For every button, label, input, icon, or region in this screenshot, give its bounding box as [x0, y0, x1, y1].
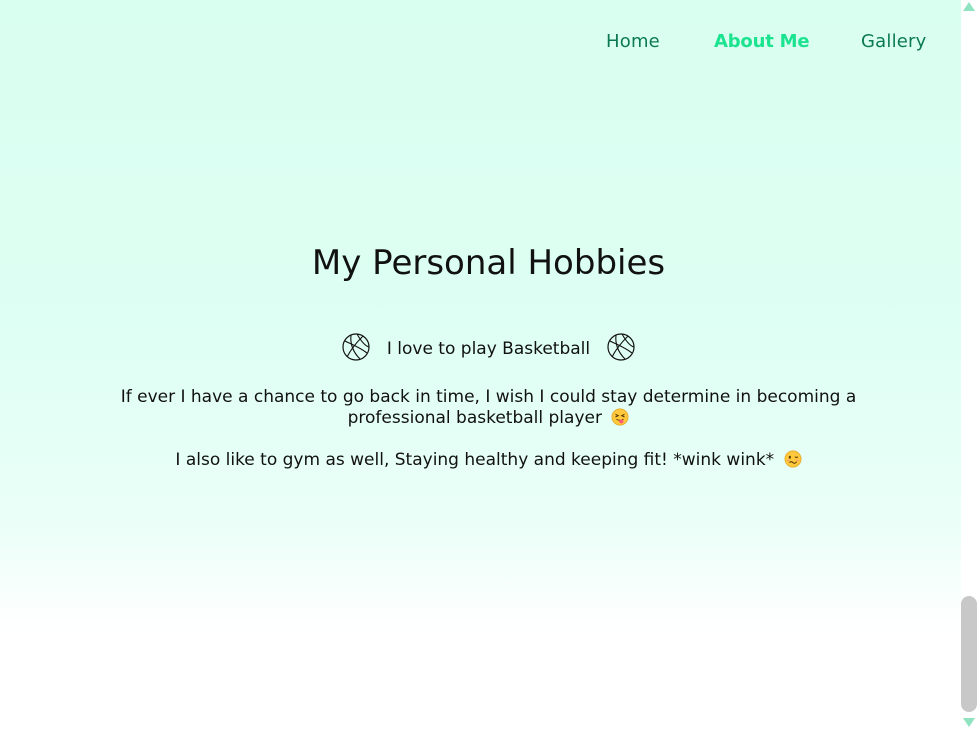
page: Home About Me Gallery My Personal Hobbie…	[0, 0, 961, 729]
page-title: My Personal Hobbies	[311, 243, 666, 283]
nav-home-link[interactable]: Home	[606, 31, 660, 52]
nav-about-link[interactable]: About Me	[714, 31, 810, 52]
basketball-text: I love to play Basketball	[386, 339, 591, 359]
scroll-up-arrow-icon[interactable]	[963, 2, 975, 11]
paragraph-time-travel: If ever I have a chance to go back in ti…	[100, 387, 877, 429]
basketball-icon	[342, 333, 370, 361]
nav-gallery-link[interactable]: Gallery	[861, 31, 927, 52]
basketball-line: I love to play Basketball	[0, 333, 977, 362]
scroll-down-arrow-icon[interactable]	[963, 718, 975, 727]
vertical-scrollbar[interactable]	[961, 0, 977, 729]
winking-face-with-tongue-icon	[611, 408, 629, 426]
paragraph-gym: I also like to gym as well, Staying heal…	[100, 450, 877, 471]
paragraph-gym-text: I also like to gym as well, Staying heal…	[175, 450, 775, 470]
top-nav: Home About Me Gallery	[0, 0, 961, 86]
scrollbar-thumb[interactable]	[961, 596, 977, 712]
woozy-face-icon	[784, 450, 802, 468]
paragraph-time-travel-text: If ever I have a chance to go back in ti…	[120, 387, 857, 428]
basketball-icon	[607, 333, 635, 361]
